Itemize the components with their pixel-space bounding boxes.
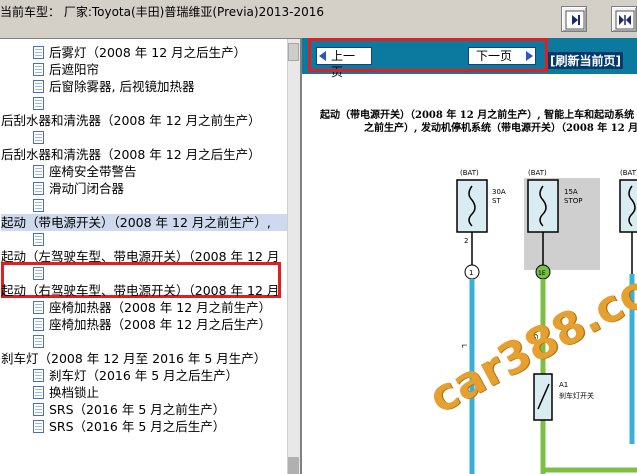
tree-scroll-up[interactable] [288,43,299,61]
tree-item-label: 座椅安全带警告 [49,164,137,179]
tree-item-label: SRS（2016 年 5 月之后生产） [49,419,226,434]
tree-item-label: 座椅加热器（2008 年 12 月之后生产） [49,317,272,332]
document-icon [33,80,44,93]
tree-item[interactable] [33,231,49,248]
tree-item[interactable]: 后雾灯（2008 年 12 月之后生产） [33,44,246,61]
tree-item[interactable] [33,95,49,112]
switch-name-label: 刹车灯开关 [559,391,594,400]
document-icon [33,403,44,416]
switch-code-label: A1 [559,381,568,389]
collapse-tree-button[interactable] [561,6,587,32]
fuse-st-amp: 30A [492,188,506,196]
tree-item-label: 刹车灯（2008 年 12 月至 2016 年 5 月生产） [1,351,267,366]
document-icon [33,46,44,59]
bat-label-2: (BAT) [528,169,547,177]
tree-item-label: 后窗除雾器, 后视镜加热器 [49,79,195,94]
tree-item-label: 刹车灯（2016 年 5 月之后生产） [49,368,239,383]
tree-item[interactable]: 座椅安全带警告 [33,163,137,180]
document-tree[interactable]: 后雾灯（2008 年 12 月之后生产） 后遮阳帘后窗除雾器, 后视镜加热器后刮水… [0,38,300,474]
tree-item[interactable]: 后遮阳帘 [33,61,99,78]
tree-item[interactable]: 起动（右驾驶车型、带电源开关）（2008 年 12 月 [1,282,287,299]
tree-item-label: 滑动门闭合器 [49,181,125,196]
bat-label-3: (BAT) [620,169,637,177]
doc-title-line2: 之前生产）, 发动机停机系统（带电源开关）（2008 年 12 月之 [364,123,637,134]
current-model-label: 当前车型： 厂家:Toyota(丰田)普瑞维亚(Previa)2013-2016 [0,5,324,19]
document-icon [33,267,44,280]
document-icon [33,97,44,110]
tree-item[interactable]: 起动（左驾驶车型、带电源开关）（2008 年 12 月 [1,248,287,265]
top-bar: 当前车型： 厂家:Toyota(丰田)普瑞维亚(Previa)2013-2016 [0,0,637,36]
document-icon [33,420,44,433]
tree-item-label: 后遮阳帘 [49,62,100,77]
tree-item[interactable]: 后窗除雾器, 后视镜加热器 [33,78,194,95]
tree-item[interactable]: 后刮水器和清洗器（2008 年 12 月之后生产） [1,146,287,163]
tree-item[interactable] [33,197,49,214]
wire-l-label: L [460,344,468,348]
refresh-page-link[interactable]: [刷新当前页] [548,52,623,69]
tree-item-label: 起动（右驾驶车型、带电源开关）（2008 年 12 月 [1,283,280,298]
tree-item-label: 后刮水器和清洗器（2008 年 12 月之后生产） [1,147,261,162]
bat-label-1: (BAT) [460,169,479,177]
fuse-stop-name: STOP [564,197,582,205]
tree-item-label: 后雾灯（2008 年 12 月之后生产） [49,45,247,60]
tree-item[interactable]: SRS（2016 年 5 月之前生产） [33,401,225,418]
tree-item[interactable]: 座椅加热器（2008 年 12 月之后生产） [33,316,271,333]
document-icon [33,301,44,314]
tree-item[interactable]: 刹车灯（2016 年 5 月之后生产） [33,367,238,384]
expand-viewer-button[interactable] [611,6,637,32]
tree-item[interactable] [33,333,49,350]
document-icon [33,131,44,144]
tree-item[interactable]: 起动（带电源开关）（2008 年 12 月之前生产）, [1,214,287,231]
fuse-st-box [456,179,488,233]
document-icon [33,318,44,331]
document-icon [33,335,44,348]
conn-1e-label: 1E [538,270,546,277]
arrow-right-icon [526,51,533,61]
document-icon [33,63,44,76]
document-icon [33,165,44,178]
document-icon [33,182,44,195]
conn-1-label: 1 [469,269,473,277]
tree-item[interactable] [33,265,49,282]
tree-item[interactable] [33,129,49,146]
tree-item-label: 起动（左驾驶车型、带电源开关）（2008 年 12 月 [1,249,280,264]
document-icon [33,369,44,382]
tree-item-label: 后刮水器和清洗器（2008 年 12 月之前生产） [1,113,261,128]
tree-item-label: 座椅加热器（2008 年 12 月之前生产） [49,300,272,315]
tree-item[interactable]: 滑动门闭合器 [33,180,124,197]
next-page-label: 下一页 [476,49,513,63]
tree-item-label: 起动（带电源开关）（2008 年 12 月之前生产）, [1,215,271,230]
tree-item-label: 换档锁止 [49,385,100,400]
tree-scrollbar[interactable] [287,39,300,474]
next-page-button[interactable]: 下一页 [468,47,536,65]
arrow-in-icon [565,10,585,30]
arrow-left-icon [319,51,326,61]
document-icon [33,199,44,212]
document-icon [33,386,44,399]
fuse-stop-box [527,179,559,233]
document-icon [33,233,44,246]
fuse-stop-amp: 15A [564,188,578,196]
prev-page-label: 上一页 [331,49,356,79]
tree-item[interactable]: 刹车灯（2008 年 12 月至 2016 年 5 月生产） [1,350,287,367]
tree-item[interactable]: SRS（2016 年 5 月之后生产） [33,418,225,435]
viewer-toolbar: 上一页 下一页 [刷新当前页] [302,38,637,79]
prev-page-button[interactable]: 上一页 [316,47,372,79]
document-viewer: 上一页 下一页 [刷新当前页] 起动（带电源开关）（2008 年 12 月之前生… [300,38,637,474]
fuse-st-name: ST [492,197,501,205]
tree-item[interactable]: 换档锁止 [33,384,99,401]
tree-scroll-thumb[interactable] [288,457,299,474]
double-arrow-icon [615,10,635,30]
pin-2-label: 2 [464,237,468,245]
tree-item[interactable]: 座椅加热器（2008 年 12 月之前生产） [33,299,271,316]
tree-item-label: SRS（2016 年 5 月之前生产） [49,402,226,417]
tree-item[interactable]: 后刮水器和清洗器（2008 年 12 月之前生产） [1,112,287,129]
